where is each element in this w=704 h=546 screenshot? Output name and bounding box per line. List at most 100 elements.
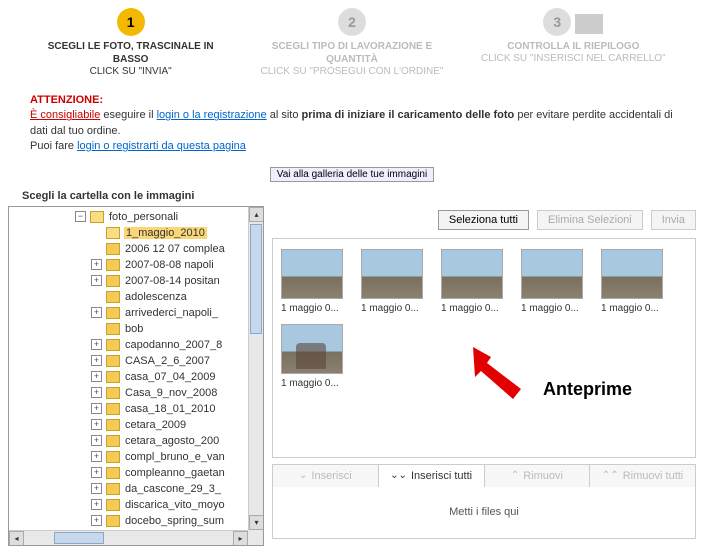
tree-item[interactable]: 1_maggio_2010: [11, 225, 246, 241]
tree-item[interactable]: +casa_07_04_2009: [11, 369, 246, 385]
thumbnail[interactable]: 1 maggio 0...: [521, 249, 591, 314]
tree-item[interactable]: + da_cascone_29_3_: [11, 481, 246, 497]
tree-item[interactable]: +cetara_agosto_200: [11, 433, 246, 449]
scroll-up-icon[interactable]: ▴: [249, 207, 264, 222]
thumbnail-image: [281, 324, 343, 374]
expand-icon[interactable]: +: [91, 275, 102, 286]
remove-all-button[interactable]: ⌃⌃Rimuovi tutti: [590, 465, 695, 487]
wizard-steps: 1 SCEGLI LE FOTO, TRASCINALE IN BASSO CL…: [0, 0, 704, 85]
tree-item[interactable]: +cetara_2009: [11, 417, 246, 433]
expand-icon[interactable]: +: [91, 499, 102, 510]
scroll-thumb-h[interactable]: [54, 532, 104, 544]
send-button[interactable]: Invia: [651, 210, 696, 230]
thumbnail[interactable]: 1 maggio 0...: [281, 249, 351, 314]
folder-icon: [106, 323, 120, 335]
tree-item[interactable]: adolescenza: [11, 289, 246, 305]
thumbnail[interactable]: 1 maggio 0...: [281, 324, 351, 389]
folder-icon: [90, 211, 104, 223]
action-bar: ⌄Inserisci ⌄⌄Inserisci tutti ⌃Rimuovi ⌃⌃…: [272, 464, 696, 487]
expand-icon[interactable]: +: [91, 403, 102, 414]
tree-item[interactable]: +CASA_2_6_2007: [11, 353, 246, 369]
tree-item[interactable]: + discarica_vito_moyo: [11, 497, 246, 513]
tree-item[interactable]: + docebo_spring_sum: [11, 513, 246, 529]
tree-item[interactable]: bob: [11, 321, 246, 337]
thumbnail-image: [521, 249, 583, 299]
scroll-right-icon[interactable]: ▸: [233, 531, 248, 546]
login-page-link[interactable]: login o registrarti da questa pagina: [77, 140, 246, 152]
step-badge-2: 2: [338, 8, 366, 36]
insert-button[interactable]: ⌄Inserisci: [273, 465, 379, 487]
thumbnail-image: [361, 249, 423, 299]
tree-item[interactable]: + arrivederci_napoli_: [11, 305, 246, 321]
warning-notice: ATTENZIONE: È consigliabile eseguire il …: [0, 85, 704, 163]
tree-item[interactable]: +2007-08-14 positan: [11, 273, 246, 289]
gallery-button[interactable]: Vai alla galleria delle tue immagini: [270, 167, 434, 182]
insert-all-button[interactable]: ⌄⌄Inserisci tutti: [379, 465, 485, 487]
expand-icon[interactable]: +: [91, 355, 102, 366]
thumbnail-label: 1 maggio 0...: [281, 303, 351, 314]
tree-item-label: casa_18_01_2010: [124, 403, 217, 415]
tree-item[interactable]: + compl_bruno_e_van: [11, 449, 246, 465]
step-badge-3: 3: [543, 8, 571, 36]
thumbnail[interactable]: 1 maggio 0...: [361, 249, 431, 314]
tree-vscrollbar[interactable]: ▴ ▾: [248, 207, 263, 530]
tree-item[interactable]: + casa_18_01_2010: [11, 401, 246, 417]
step-3-sub: CLICK SU "INSERISCI NEL CARRELLO": [473, 53, 673, 64]
login-link[interactable]: login o la registrazione: [157, 109, 267, 121]
folder-icon: [106, 387, 120, 399]
remove-button[interactable]: ⌃Rimuovi: [485, 465, 591, 487]
expand-icon[interactable]: +: [91, 387, 102, 398]
expand-icon[interactable]: +: [91, 467, 102, 478]
drop-zone[interactable]: Metti i files qui: [272, 487, 696, 539]
tree-item-label: 1_maggio_2010: [124, 227, 207, 239]
folder-icon: [106, 515, 120, 527]
tree-root[interactable]: − foto_personali: [11, 209, 246, 225]
tree-item[interactable]: 2006 12 07 complea: [11, 241, 246, 257]
tree-spacer: [91, 227, 102, 238]
select-all-button[interactable]: Seleziona tutti: [438, 210, 529, 230]
scroll-thumb-v[interactable]: [250, 224, 262, 334]
warning-att: ATTENZIONE:: [30, 94, 103, 106]
thumbnail-image: [601, 249, 663, 299]
expand-icon[interactable]: +: [91, 435, 102, 446]
tree-item[interactable]: + compleanno_gaetan: [11, 465, 246, 481]
scroll-down-icon[interactable]: ▾: [249, 515, 264, 530]
tree-spacer: [91, 291, 102, 302]
folder-icon: [106, 275, 120, 287]
tree-item-label: arrivederci_napoli_: [124, 307, 219, 319]
tree-hscrollbar[interactable]: ◂ ▸: [9, 530, 248, 545]
chevron-up-icon: ⌃: [511, 470, 519, 481]
step-1-sub: CLICK SU "INVIA": [31, 66, 231, 77]
expand-icon[interactable]: +: [91, 259, 102, 270]
tree-item-label: adolescenza: [124, 291, 188, 303]
expand-icon[interactable]: +: [91, 339, 102, 350]
expand-icon[interactable]: +: [91, 515, 102, 526]
folder-icon: [106, 467, 120, 479]
delete-selections-button[interactable]: Elimina Selezioni: [537, 210, 643, 230]
tree-spacer: [91, 243, 102, 254]
expand-icon[interactable]: +: [91, 483, 102, 494]
tree-item-label: compleanno_gaetan: [124, 467, 226, 479]
folder-icon: [106, 227, 120, 239]
tree-item-label: da_cascone_29_3_: [124, 483, 222, 495]
tree-item-label: discarica_vito_moyo: [124, 499, 226, 511]
collapse-icon[interactable]: −: [75, 211, 86, 222]
tree-item[interactable]: +2007-08-08 napoli: [11, 257, 246, 273]
expand-icon[interactable]: +: [91, 451, 102, 462]
tree-item-label: docebo_spring_sum: [124, 515, 225, 527]
thumbnail-label: 1 maggio 0...: [521, 303, 591, 314]
expand-icon[interactable]: +: [91, 371, 102, 382]
folder-icon: [106, 403, 120, 415]
thumbnail[interactable]: 1 maggio 0...: [601, 249, 671, 314]
expand-icon[interactable]: +: [91, 419, 102, 430]
folder-icon: [106, 291, 120, 303]
thumbnail[interactable]: 1 maggio 0...: [441, 249, 511, 314]
folder-tree[interactable]: − foto_personali 1_maggio_2010 2006 12 07…: [8, 206, 264, 546]
step-badge-1: 1: [117, 8, 145, 36]
scroll-left-icon[interactable]: ◂: [9, 531, 24, 546]
expand-icon[interactable]: +: [91, 307, 102, 318]
step-2: 2 SCEGLI TIPO DI LAVORAZIONE E QUANTITÀ …: [252, 8, 452, 77]
tree-item[interactable]: +capodanno_2007_8: [11, 337, 246, 353]
tree-item[interactable]: +Casa_9_nov_2008: [11, 385, 246, 401]
tree-item-label: compl_bruno_e_van: [124, 451, 226, 463]
